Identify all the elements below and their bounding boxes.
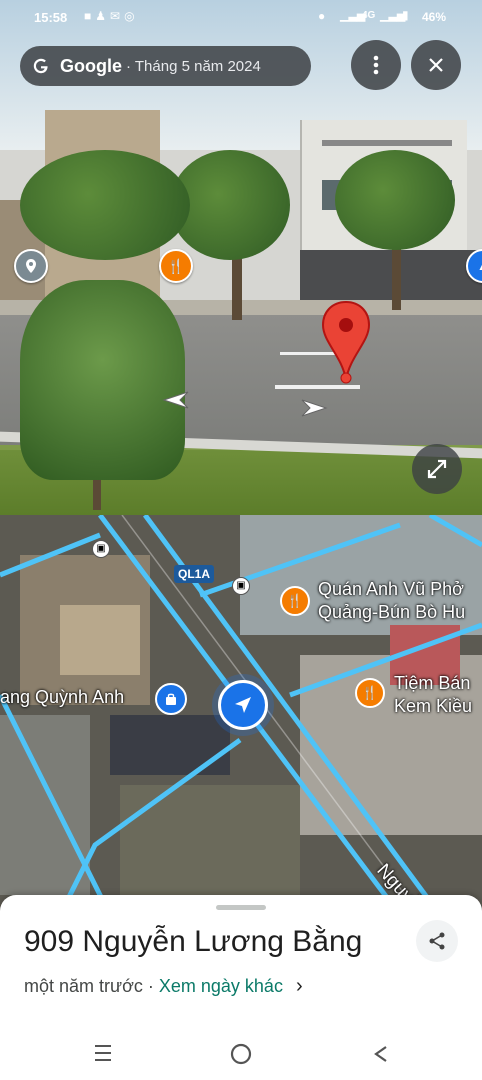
other-dates-link[interactable]: Xem ngày khác: [159, 976, 283, 996]
bus-stop-icon[interactable]: ▣: [92, 540, 110, 558]
battery-icon: ▮: [402, 8, 409, 22]
restaurant-poi[interactable]: 🍴: [355, 678, 385, 708]
close-button[interactable]: [411, 40, 461, 90]
status-time: 15:58: [34, 10, 68, 25]
time-ago: một năm trước: [24, 976, 143, 996]
restaurant-icon: 🍴: [361, 685, 379, 700]
fullscreen-button[interactable]: [412, 444, 462, 494]
shopping-poi[interactable]: [155, 683, 187, 715]
shopping-bag-icon: ▲: [477, 259, 482, 273]
poi-label[interactable]: Tiệm Bán Kem Kiều: [394, 672, 472, 718]
google-g-icon: [33, 58, 48, 74]
location-icon: ●: [318, 9, 326, 23]
bus-stop-icon[interactable]: ▣: [232, 577, 250, 595]
poi-label[interactable]: ang Quỳnh Anh: [0, 687, 124, 708]
gmail-icon: ✉: [110, 9, 125, 23]
close-icon: [429, 58, 443, 72]
imagery-date-chip[interactable]: Google · Tháng 5 năm 2024: [20, 46, 311, 86]
move-right-arrow-icon[interactable]: [300, 398, 332, 418]
recents-icon[interactable]: [92, 1044, 114, 1062]
move-left-arrow-icon[interactable]: [158, 390, 190, 410]
tree: [20, 150, 190, 260]
navigation-arrow-icon: [235, 697, 251, 713]
network-type: 4G: [362, 10, 376, 21]
sheet-drag-handle[interactable]: [216, 905, 266, 910]
location-pin-icon: [321, 300, 371, 384]
share-button[interactable]: [416, 920, 458, 962]
brand-name: Google: [60, 55, 122, 76]
fullscreen-icon: [427, 459, 447, 479]
back-icon[interactable]: [370, 1045, 390, 1063]
battery-level: 46%: [421, 10, 446, 24]
oleander-bush: [20, 280, 185, 480]
imagery-info: một năm trước · Xem ngày khác ›: [24, 975, 303, 998]
restaurant-poi[interactable]: 🍴: [280, 586, 310, 616]
more-vert-icon: [373, 55, 379, 75]
restaurant-icon: 🍴: [167, 257, 185, 274]
home-icon[interactable]: [229, 1042, 253, 1066]
tree: [335, 150, 455, 250]
status-bar: 15:58 ■♟✉◎ ● ▁▃▅ 4G ▁▃▅ ▮ 46%: [0, 0, 482, 34]
notification-icons: ■♟✉◎: [84, 9, 139, 23]
route-shield: QL1A: [174, 565, 215, 583]
restaurant-poi[interactable]: 🍴: [159, 249, 193, 283]
address-title: 909 Nguyễn Lương Bằng: [24, 925, 363, 958]
facebook-icon: ■: [84, 9, 96, 23]
street-view-location-marker[interactable]: [218, 680, 268, 730]
more-options-button[interactable]: [351, 40, 401, 90]
separator: ·: [142, 976, 159, 996]
share-icon: [429, 932, 445, 950]
person-icon: ♟: [95, 9, 111, 23]
imagery-date: · Tháng 5 năm 2024: [126, 57, 261, 75]
satellite-map[interactable]: QL1A ▣ ▣ 🍴 Quán Anh Vũ Phở Quảng-Bún Bò …: [0, 515, 482, 915]
messenger-icon: ◎: [124, 9, 139, 23]
place-icon: [26, 259, 36, 273]
shopping-bag-icon: [166, 693, 176, 705]
chevron-right-icon[interactable]: ›: [296, 975, 303, 997]
restaurant-icon: 🍴: [286, 593, 304, 608]
poi-label[interactable]: Quán Anh Vũ Phở Quảng-Bún Bò Hu: [318, 578, 465, 624]
map-pin-poi[interactable]: [14, 249, 48, 283]
